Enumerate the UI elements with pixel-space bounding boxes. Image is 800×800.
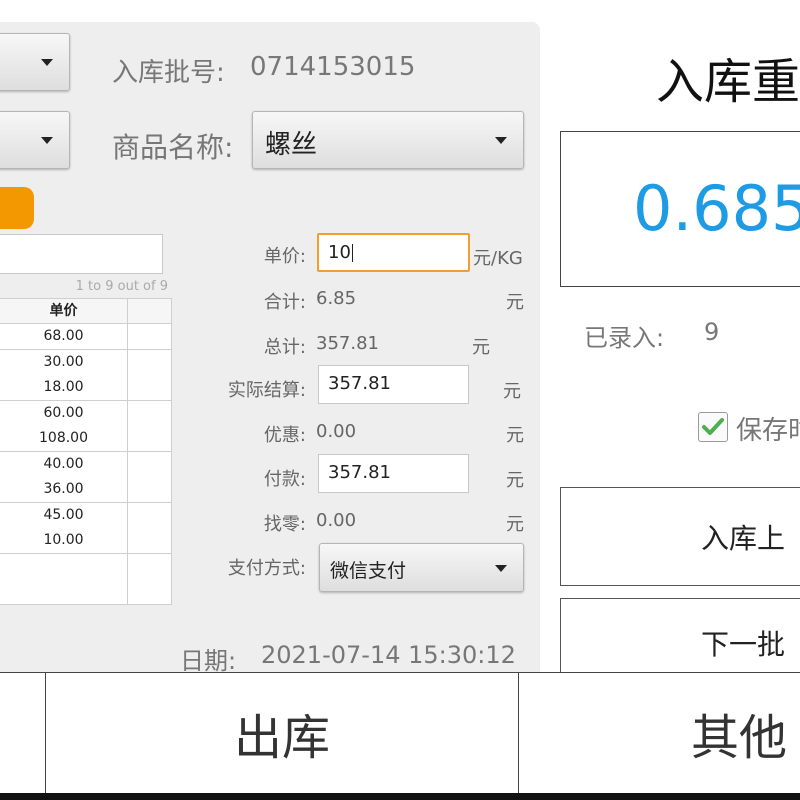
change-label: 找零: (263, 514, 306, 535)
product-name-label: 商品名称: (112, 131, 234, 164)
date-label: 日期: (180, 647, 237, 675)
table-row-next-cell[interactable] (128, 324, 172, 350)
table-row-price[interactable]: 68.00 (0, 324, 128, 350)
table-row-next-cell[interactable] (128, 349, 172, 376)
table-row-next-cell[interactable] (128, 400, 172, 427)
nav-tab-outbound[interactable]: 出库 (46, 673, 519, 793)
unit-price-value: 10 (328, 242, 351, 263)
discount-currency: 元 (506, 425, 524, 446)
table-row-price[interactable]: 36.00 (0, 477, 128, 503)
unit-price-label: 单价: (263, 246, 306, 267)
discount-label: 优惠: (263, 425, 306, 446)
nav-tab-previous[interactable] (0, 673, 46, 793)
payment-label: 付款: (263, 469, 306, 490)
unit-price-unit: 元/KG (473, 248, 523, 269)
batch-number-value: 0714153015 (250, 52, 416, 82)
change-currency: 元 (506, 514, 524, 535)
payment-method-value: 微信支付 (330, 560, 407, 582)
chevron-down-icon (41, 137, 53, 144)
product-name-value: 螺丝 (265, 130, 318, 160)
table-row-price[interactable]: 30.00 (0, 349, 128, 376)
total-value: 357.81 (316, 333, 379, 354)
text-cursor (351, 244, 353, 262)
upload-inbound-label: 入库上 (701, 521, 786, 555)
unit-price-input[interactable]: 10 (317, 233, 470, 272)
payment-currency: 元 (506, 470, 524, 491)
subtotal-value: 6.85 (316, 288, 357, 309)
nav-tab-other[interactable]: 其他 (519, 673, 800, 793)
bottom-bar (0, 793, 800, 800)
top-left-dropdown-2[interactable] (0, 111, 70, 169)
table-row-price[interactable]: 60.00 (0, 400, 128, 427)
payment-method-dropdown[interactable]: 微信支付 (319, 543, 524, 592)
entered-count-value: 9 (704, 318, 720, 346)
table-row-next-cell[interactable] (128, 502, 172, 529)
table-row-next-cell[interactable] (128, 528, 172, 554)
table-row-price[interactable] (0, 579, 128, 605)
chevron-down-icon (495, 564, 507, 572)
table-row-price[interactable]: 45.00 (0, 502, 128, 529)
table-row-next-cell[interactable] (128, 477, 172, 503)
nav-tab-outbound-label: 出库 (233, 710, 330, 766)
save-checkbox[interactable] (698, 412, 728, 442)
table-row-price[interactable]: 108.00 (0, 426, 128, 452)
table-row-price[interactable] (0, 553, 128, 580)
batch-number-label: 入库批号: (112, 58, 225, 88)
subtotal-currency: 元 (506, 292, 524, 313)
subtotal-label: 合计: (263, 292, 306, 313)
chevron-down-icon (41, 59, 53, 66)
next-batch-label: 下一批 (701, 628, 786, 661)
upload-inbound-button[interactable]: 入库上 (560, 487, 800, 586)
entered-count-label: 已录入: (584, 324, 665, 352)
total-currency: 元 (472, 337, 490, 358)
discount-value: 0.00 (316, 421, 357, 442)
table-row-price[interactable]: 40.00 (0, 451, 128, 478)
change-value: 0.00 (316, 510, 357, 531)
table-row-next-cell[interactable] (128, 426, 172, 452)
table-row-next-cell[interactable] (128, 375, 172, 401)
orange-action-button[interactable] (0, 187, 34, 229)
total-label: 总计: (263, 337, 306, 358)
table-row-next-cell[interactable] (128, 579, 172, 605)
chevron-down-icon (495, 137, 507, 144)
nav-tab-other-label: 其他 (691, 710, 788, 766)
actual-settlement-input[interactable]: 357.81 (318, 365, 469, 404)
payment-method-label: 支付方式: (227, 558, 306, 579)
table-header-next (128, 298, 172, 324)
weight-title: 入库重 (656, 54, 800, 110)
table-row-next-cell[interactable] (128, 553, 172, 580)
table-row-price[interactable]: 10.00 (0, 528, 128, 554)
weight-display: 0.685 (560, 131, 800, 287)
actual-settlement-label: 实际结算: (227, 380, 306, 401)
payment-input[interactable]: 357.81 (318, 454, 469, 493)
table-pagination: 1 to 9 out of 9 (75, 279, 168, 294)
date-value: 2021-07-14 15:30:12 (261, 641, 516, 669)
top-left-dropdown-1[interactable] (0, 33, 70, 91)
table-row-next-cell[interactable] (128, 451, 172, 478)
weight-value: 0.685 (633, 172, 800, 245)
save-checkbox-label: 保存时 (736, 416, 800, 446)
table-row-price[interactable]: 18.00 (0, 375, 128, 401)
table-header-price: 单价 (0, 298, 128, 324)
table-search-input[interactable] (0, 234, 163, 274)
actual-settlement-currency: 元 (503, 381, 521, 402)
product-name-dropdown[interactable]: 螺丝 (252, 111, 524, 169)
checkmark-icon (702, 418, 724, 435)
